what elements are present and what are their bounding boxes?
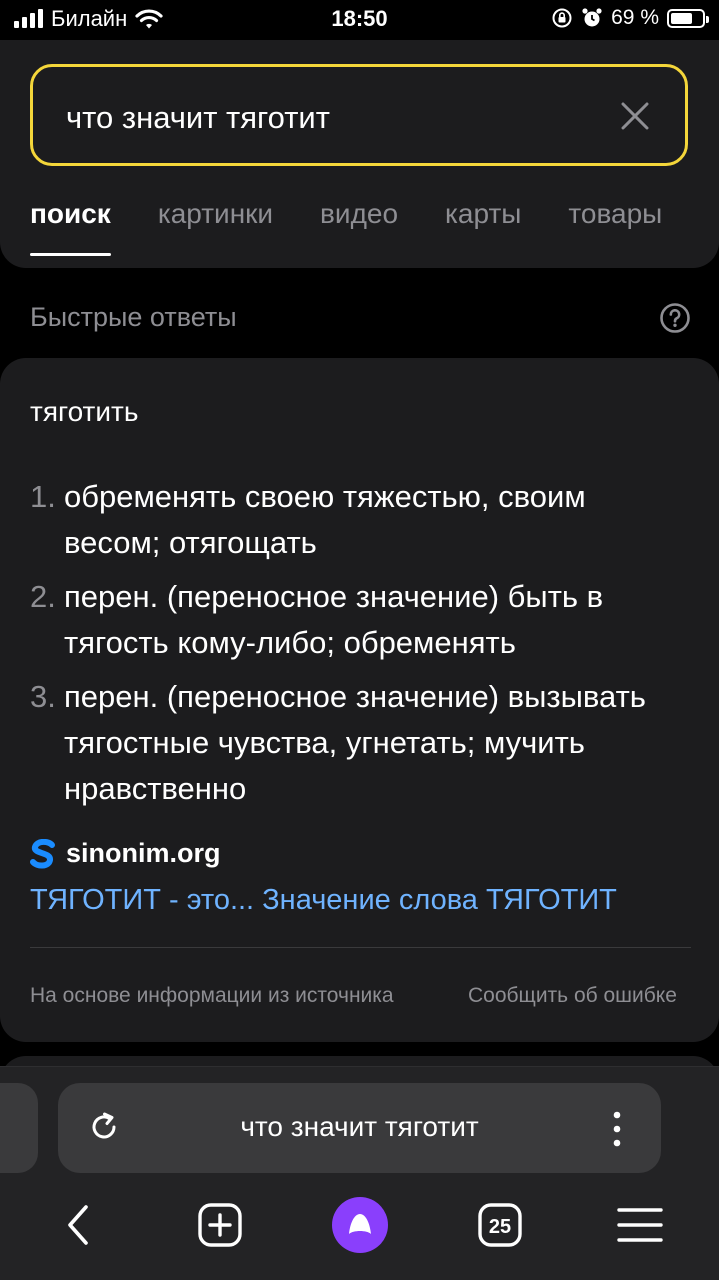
- browser-nav-row: 25: [0, 1195, 719, 1255]
- search-query[interactable]: что значит тяготит: [66, 100, 330, 136]
- alice-icon[interactable]: [331, 1196, 389, 1254]
- tab-maps[interactable]: карты: [445, 198, 521, 230]
- definition-item: 1. обременять своею тяжестью, своим весо…: [30, 474, 690, 566]
- source-attribution: На основе информации из источника: [30, 984, 394, 1007]
- sinonim-logo-icon: [30, 838, 55, 868]
- answer-term: тяготить: [30, 396, 139, 427]
- definition-number: 1.: [30, 479, 56, 514]
- quick-answers-heading: Быстрые ответы: [30, 302, 237, 332]
- definition-item: 3. перен. (переносное значение) вызывать…: [30, 674, 690, 812]
- definition-text: перен. (переносное значение) вызывать тя…: [64, 679, 646, 806]
- battery-icon: [667, 8, 709, 28]
- source-link[interactable]: ТЯГОТИТ - это... Значение слова ТЯГОТИТ: [30, 884, 617, 917]
- source-name[interactable]: sinonim.org: [66, 838, 221, 869]
- tabs-icon[interactable]: 25: [477, 1202, 523, 1248]
- back-button[interactable]: [48, 1195, 108, 1255]
- definition-text: перен. (переносное значение) быть в тяго…: [64, 579, 604, 660]
- tab-images[interactable]: картинки: [158, 198, 273, 230]
- quick-answer-card: тяготить 1. обременять своею тяжестью, с…: [0, 358, 719, 1042]
- alarm-icon: [582, 8, 602, 27]
- card-divider: [30, 947, 691, 948]
- tabs-button[interactable]: 25: [470, 1195, 530, 1255]
- new-tab-icon[interactable]: [197, 1202, 243, 1248]
- search-header: что значит тяготит поиск картинки видео …: [0, 40, 719, 268]
- definitions-list: 1. обременять своею тяжестью, своим весо…: [30, 474, 690, 820]
- rotation-lock-icon: [552, 8, 572, 28]
- definition-number: 2.: [30, 579, 56, 614]
- new-tab-button[interactable]: [190, 1195, 250, 1255]
- previous-tab-preview[interactable]: [0, 1083, 38, 1173]
- more-vertical-icon[interactable]: [613, 1111, 621, 1147]
- question-circle-icon[interactable]: [659, 302, 691, 334]
- definition-number: 3.: [30, 679, 56, 714]
- source-row[interactable]: sinonim.org: [30, 838, 221, 869]
- alice-button[interactable]: [330, 1195, 390, 1255]
- close-icon[interactable]: [619, 100, 651, 132]
- battery-percent: 69 %: [611, 6, 659, 29]
- back-icon[interactable]: [64, 1203, 92, 1247]
- menu-button[interactable]: [610, 1195, 670, 1255]
- status-right: 69 %: [551, 6, 709, 30]
- tab-search[interactable]: поиск: [30, 198, 111, 256]
- page: Билайн 18:50 69 % что значит тяготит пои…: [0, 0, 719, 1280]
- tabs-count: 25: [489, 1216, 511, 1238]
- tab-video[interactable]: видео: [320, 198, 398, 230]
- search-tabs: поиск картинки видео карты товары: [30, 198, 662, 256]
- omnibox-text[interactable]: что значит тяготит: [58, 1111, 661, 1143]
- definition-text: обременять своею тяжестью, своим весом; …: [64, 479, 586, 560]
- report-error-link[interactable]: Сообщить об ошибке: [468, 984, 677, 1008]
- browser-bottom-bar: что значит тяготит 25: [0, 1066, 719, 1280]
- tab-products[interactable]: товары: [568, 198, 662, 230]
- status-bar: Билайн 18:50 69 %: [0, 0, 719, 40]
- omnibox[interactable]: что значит тяготит: [58, 1083, 661, 1173]
- definition-item: 2. перен. (переносное значение) быть в т…: [30, 574, 690, 666]
- menu-icon[interactable]: [617, 1207, 663, 1243]
- search-input[interactable]: что значит тяготит: [30, 64, 688, 166]
